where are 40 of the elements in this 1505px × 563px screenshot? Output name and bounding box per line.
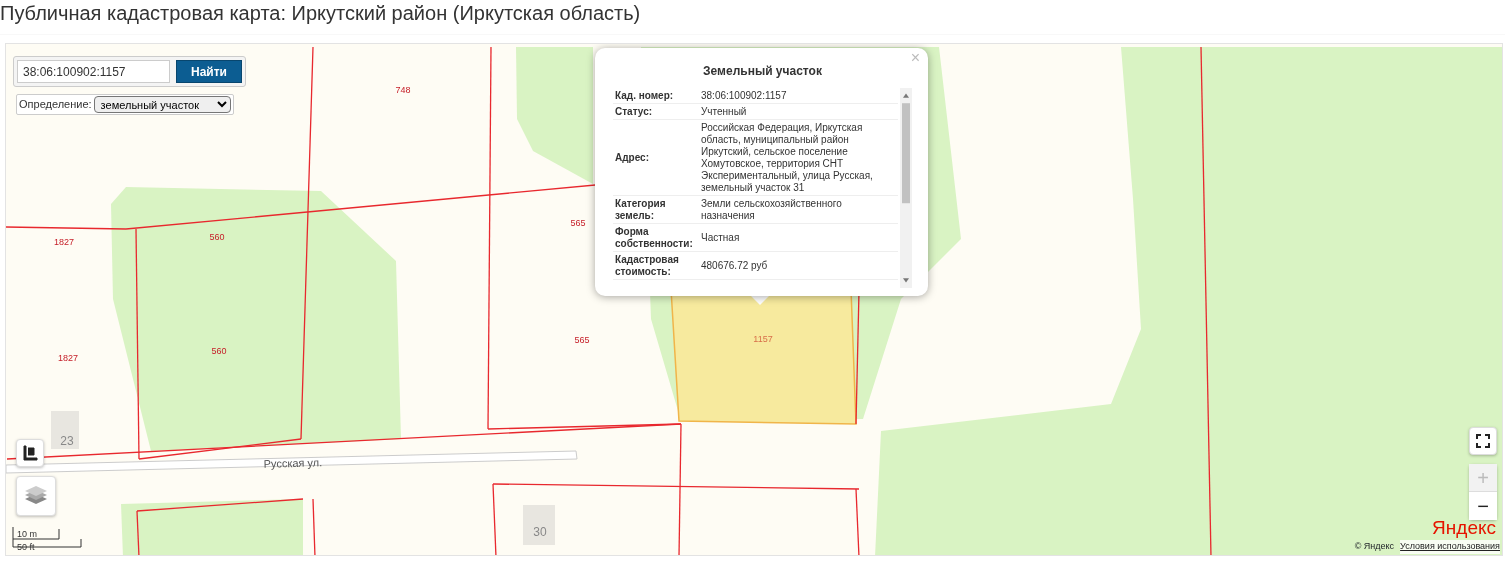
parcel-number: 1827 (54, 237, 74, 247)
field-value: 38:06:100902:1157 (699, 89, 898, 104)
building-number: 23 (60, 434, 74, 448)
copyright-text: © Яндекс (1354, 540, 1395, 553)
popup-title: Земельный участок (702, 63, 823, 80)
layers-button[interactable] (16, 476, 56, 516)
parcel-number: 565 (570, 218, 586, 228)
find-button[interactable]: Найти (176, 60, 242, 83)
field-value: Земли сельскохозяйственного назначения (699, 197, 898, 224)
fullscreen-button[interactable] (1469, 427, 1497, 455)
field-value: Учтенный (699, 105, 898, 120)
parcel-number: 1157 (753, 334, 773, 344)
mode-label: Определение: (19, 97, 92, 113)
ruler-icon (22, 445, 38, 461)
page-title: Публичная кадастровая карта: Иркутский район (Иркутская область) (0, 1, 642, 25)
street-name: Русская ул. (263, 456, 323, 470)
layers-icon (24, 485, 48, 507)
fullscreen-icon (1476, 434, 1490, 448)
field-label: Форма собственности: (613, 225, 699, 252)
field-label: Категория земель: (613, 197, 699, 224)
parcel-number: 560 (209, 232, 225, 242)
parcel-number: 748 (395, 85, 411, 95)
field-label: Статус: (613, 105, 699, 120)
building-number: 30 (533, 525, 547, 539)
scale-bar: 10 m 50 ft (12, 526, 82, 552)
terms-link[interactable]: Условия использования (1400, 540, 1500, 554)
search-field[interactable]: 38:06:100902:1157 (17, 60, 170, 83)
mode-dropdown[interactable]: земельный участок (93, 96, 231, 113)
field-value: 480676.72 руб (699, 253, 898, 280)
map-logo: Яндекс (1432, 518, 1496, 538)
ruler-button[interactable] (16, 439, 44, 467)
field-label: Адрес: (613, 121, 699, 196)
field-value: Российская Федерация, Иркутская область, муниципальный район Иркутский, сельское поселение Хомутовское, территория СНТ Экспериментальный, улица Русская, земельный участок 31 (699, 121, 898, 196)
field-label: Кад. номер: (613, 89, 699, 104)
parcel-number: 560 (211, 346, 227, 356)
parcel-number: 565 (574, 335, 590, 345)
field-label: Кадастровая стоимость: (613, 253, 699, 280)
zoom-out-button[interactable]: − (1469, 492, 1497, 520)
parcel-number: 1827 (58, 353, 78, 363)
field-value: Частная (699, 225, 898, 252)
